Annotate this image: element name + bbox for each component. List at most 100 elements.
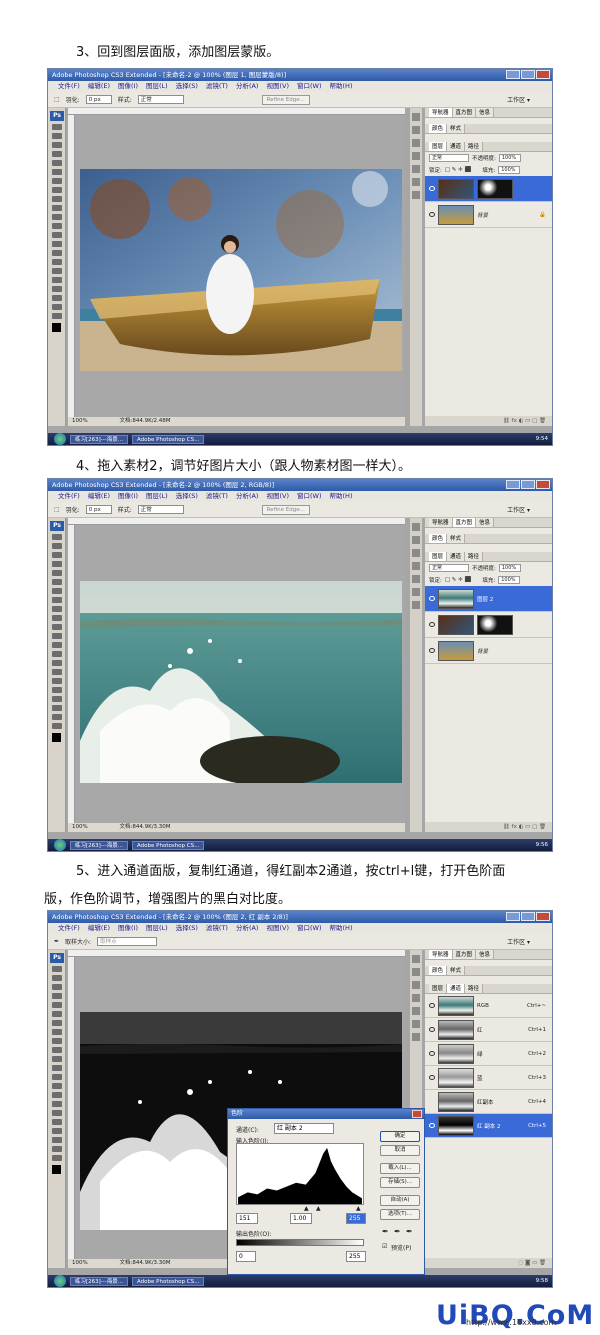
marquee-tool-icon[interactable] <box>51 543 62 549</box>
hand-tool-icon[interactable] <box>51 1146 62 1152</box>
blend-mode-select[interactable]: 正常 <box>429 154 469 162</box>
wand-tool-icon[interactable] <box>51 561 62 567</box>
character-icon[interactable] <box>412 1020 420 1028</box>
tab-paths[interactable]: 路径 <box>465 552 484 561</box>
menu-edit[interactable]: 编辑(E) <box>88 491 110 502</box>
stamp-tool-icon[interactable] <box>51 1038 62 1044</box>
load-button[interactable]: 载入(L)... <box>380 1163 420 1174</box>
stamp-tool-icon[interactable] <box>51 606 62 612</box>
eyedropper-gray-icon[interactable]: ✒ <box>394 1227 401 1236</box>
crop-tool-icon[interactable] <box>51 160 62 166</box>
eye-icon[interactable] <box>429 1027 435 1032</box>
auto-button[interactable]: 自动(A) <box>380 1195 420 1206</box>
crop-tool-icon[interactable] <box>51 1002 62 1008</box>
lasso-tool-icon[interactable] <box>51 552 62 558</box>
tab-navigator[interactable]: 导航器 <box>429 518 453 527</box>
tab-channels[interactable]: 通道 <box>447 984 466 993</box>
pen-tool-icon[interactable] <box>51 660 62 666</box>
tool-preset-icon[interactable] <box>412 549 420 557</box>
hand-tool-icon[interactable] <box>51 304 62 310</box>
foreground-color-swatch[interactable] <box>52 1165 61 1174</box>
sample-size-select[interactable]: 取样点 <box>97 937 158 946</box>
minimize-button[interactable] <box>506 70 520 79</box>
task-button[interactable]: 练习[263]---海景... <box>70 840 128 850</box>
tab-styles[interactable]: 样式 <box>447 124 466 133</box>
eyedropper-tool-icon[interactable] <box>51 295 62 301</box>
path-select-icon[interactable] <box>51 1110 62 1116</box>
menu-help[interactable]: 帮助(H) <box>330 81 353 92</box>
tab-layers[interactable]: 图层 <box>429 552 448 561</box>
menu-help[interactable]: 帮助(H) <box>330 923 353 934</box>
brushes-icon[interactable] <box>412 562 420 570</box>
menu-select[interactable]: 选择(S) <box>176 81 198 92</box>
shape-tool-icon[interactable] <box>51 277 62 283</box>
eye-icon[interactable] <box>429 1123 435 1128</box>
menu-select[interactable]: 选择(S) <box>176 923 198 934</box>
tab-histogram[interactable]: 直方图 <box>452 518 477 527</box>
menu-image[interactable]: 图像(I) <box>118 81 138 92</box>
brushes-icon[interactable] <box>412 994 420 1002</box>
gamma-slider-icon[interactable]: ▲ <box>316 1205 321 1212</box>
preview-checkbox[interactable]: ☑ <box>382 1243 387 1250</box>
menu-edit[interactable]: 编辑(E) <box>88 81 110 92</box>
menu-layer[interactable]: 图层(L) <box>146 491 168 502</box>
task-button[interactable]: Adobe Photoshop CS... <box>132 1276 205 1286</box>
crop-tool-icon[interactable] <box>51 570 62 576</box>
output-white-field[interactable]: 255 <box>346 1251 366 1262</box>
move-tool-icon[interactable] <box>51 966 62 972</box>
stamp-tool-icon[interactable] <box>51 196 62 202</box>
paragraph-icon[interactable] <box>412 601 420 609</box>
close-button[interactable] <box>536 70 550 79</box>
eyedropper-tool-icon[interactable] <box>51 705 62 711</box>
minimize-button[interactable] <box>506 912 520 921</box>
tab-histogram[interactable]: 直方图 <box>452 950 477 959</box>
feather-input[interactable]: 0 px <box>85 505 112 514</box>
brush-tool-icon[interactable] <box>51 187 62 193</box>
history-brush-icon[interactable] <box>51 615 62 621</box>
notes-tool-icon[interactable] <box>51 286 62 292</box>
fill-input[interactable]: 100% <box>498 166 521 174</box>
brushes-icon[interactable] <box>412 152 420 160</box>
menu-filter[interactable]: 滤镜(T) <box>206 491 228 502</box>
tab-layers[interactable]: 图层 <box>429 142 448 151</box>
notes-tool-icon[interactable] <box>51 696 62 702</box>
channel-row[interactable]: 蓝 Ctrl+3 <box>425 1066 552 1090</box>
tab-color[interactable]: 颜色 <box>429 534 448 543</box>
tab-layers[interactable]: 图层 <box>429 984 448 993</box>
channel-row[interactable]: 红 Ctrl+1 <box>425 1018 552 1042</box>
menu-file[interactable]: 文件(F) <box>58 491 80 502</box>
eyedropper-tool-icon[interactable] <box>51 1137 62 1143</box>
channel-select[interactable]: 红 副本 2 <box>274 1123 334 1134</box>
path-select-icon[interactable] <box>51 268 62 274</box>
white-point-slider-icon[interactable]: ▲ <box>356 1205 361 1212</box>
workspace-menu[interactable]: 工作区 ▾ <box>507 937 530 946</box>
zoom-tool-icon[interactable] <box>51 723 62 729</box>
tab-channels[interactable]: 通道 <box>447 142 466 151</box>
gradient-tool-icon[interactable] <box>51 633 62 639</box>
type-tool-icon[interactable] <box>51 669 62 675</box>
tab-channels[interactable]: 通道 <box>447 552 466 561</box>
marquee-tool-icon[interactable] <box>51 133 62 139</box>
clone-source-icon[interactable] <box>412 165 420 173</box>
eye-icon[interactable] <box>429 1075 435 1080</box>
blend-mode-select[interactable]: 正常 <box>429 564 469 572</box>
slice-tool-icon[interactable] <box>51 169 62 175</box>
eyedropper-icon[interactable]: ✒ <box>54 938 59 945</box>
refine-edge-button[interactable]: Refine Edge... <box>261 94 310 105</box>
tab-styles[interactable]: 样式 <box>447 534 466 543</box>
eye-icon[interactable] <box>429 622 435 627</box>
history-icon[interactable] <box>412 523 420 531</box>
eye-icon[interactable] <box>429 212 435 217</box>
input-white-field[interactable]: 255 <box>346 1213 366 1224</box>
eye-icon[interactable] <box>429 1099 435 1104</box>
slice-tool-icon[interactable] <box>51 579 62 585</box>
layer-row[interactable]: 图层 2 <box>425 586 552 612</box>
history-icon[interactable] <box>412 955 420 963</box>
blur-tool-icon[interactable] <box>51 642 62 648</box>
lasso-tool-icon[interactable] <box>51 142 62 148</box>
blur-tool-icon[interactable] <box>51 1074 62 1080</box>
heal-tool-icon[interactable] <box>51 178 62 184</box>
slice-tool-icon[interactable] <box>51 1011 62 1017</box>
cancel-button[interactable]: 取消 <box>380 1145 420 1156</box>
gradient-tool-icon[interactable] <box>51 223 62 229</box>
